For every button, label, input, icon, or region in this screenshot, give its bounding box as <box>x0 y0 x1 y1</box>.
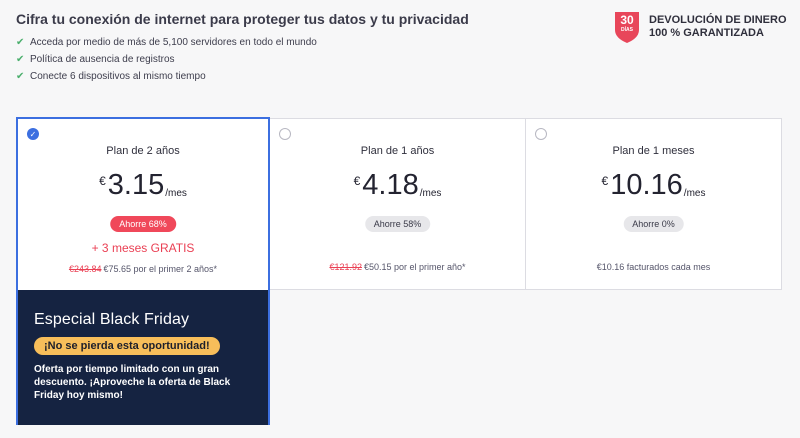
feature-item: ✔ Conecte 6 dispositivos al mismo tiempo <box>16 68 317 85</box>
price-period: /mes <box>683 188 706 199</box>
price-amount: 4.18 <box>362 169 419 201</box>
billing-note: €243.84 €75.65 por el primer 2 años* <box>18 264 268 274</box>
plan-price: € 4.18 /mes <box>270 169 525 201</box>
plan-card-1-year[interactable]: Plan de 1 años € 4.18 /mes Ahorre 58% €1… <box>270 118 526 290</box>
plan-radio[interactable] <box>535 128 547 140</box>
feature-label: Política de ausencia de registros <box>30 54 175 65</box>
feature-item: ✔ Acceda por medio de más de 5,100 servid… <box>16 34 317 51</box>
plan-title: Plan de 1 años <box>360 145 435 157</box>
plan-price: € 10.16 /mes <box>526 169 781 201</box>
billing-note: €121.92 €50.15 por el primer año* <box>270 262 525 272</box>
billing-text: €10.16 facturados cada mes <box>596 262 711 272</box>
plan-title: Plan de 1 meses <box>612 145 695 157</box>
promo-badge: ¡No se pierda esta oportunidad! <box>34 337 220 355</box>
black-friday-promo: Especial Black Friday ¡No se pierda esta… <box>18 290 268 425</box>
feature-list: ✔ Acceda por medio de más de 5,100 servid… <box>16 34 317 85</box>
promo-title: Especial Black Friday <box>34 311 190 328</box>
price-amount: 3.15 <box>107 169 165 201</box>
check-icon: ✔ <box>16 37 25 48</box>
billing-text: €75.65 por el primer 2 años* <box>103 264 218 274</box>
shield-badge-icon: 30 DÍAS <box>614 10 640 44</box>
saving-badge: Ahorre 0% <box>623 216 684 232</box>
guarantee-line-2: 100 % GARANTIZADA <box>649 27 764 39</box>
guarantee-days-label: DÍAS <box>621 27 633 33</box>
old-price: €243.84 <box>68 264 102 274</box>
feature-label: Conecte 6 dispositivos al mismo tiempo <box>30 71 206 82</box>
promo-text: Oferta por tiempo limitado con un gran d… <box>34 364 231 401</box>
check-icon: ✔ <box>16 54 25 65</box>
price-currency: € <box>353 174 361 188</box>
feature-label: Acceda por medio de más de 5,100 servido… <box>30 37 317 48</box>
plan-card-2-years[interactable]: ✓ Plan de 2 años € 3.15 /mes Ahorre 68% … <box>16 117 270 425</box>
price-currency: € <box>99 174 106 188</box>
check-icon: ✔ <box>16 71 25 82</box>
page-headline: Cifra tu conexión de internet para prote… <box>16 11 469 27</box>
feature-item: ✔ Política de ausencia de registros <box>16 51 317 68</box>
guarantee-text: DEVOLUCIÓN DE DINERO 100 % GARANTIZADA <box>649 14 787 40</box>
billing-note: €10.16 facturados cada mes <box>526 262 781 272</box>
plan-title: Plan de 2 años <box>106 145 180 157</box>
price-amount: 10.16 <box>610 169 683 201</box>
price-period: /mes <box>419 188 442 199</box>
guarantee-days-number: 30 <box>620 13 634 27</box>
money-back-guarantee: 30 DÍAS DEVOLUCIÓN DE DINERO 100 % GARAN… <box>614 10 787 44</box>
bonus-months: + 3 meses GRATIS <box>91 241 195 255</box>
plan-radio-selected[interactable]: ✓ <box>27 128 39 140</box>
billing-text: €50.15 por el primer año* <box>363 262 466 272</box>
price-currency: € <box>601 174 609 188</box>
price-period: /mes <box>165 188 187 199</box>
saving-badge: Ahorre 58% <box>364 216 431 232</box>
saving-badge: Ahorre 68% <box>110 216 176 232</box>
plan-radio[interactable] <box>279 128 291 140</box>
guarantee-line-1: DEVOLUCIÓN DE DINERO <box>649 14 787 26</box>
plan-card-1-month[interactable]: Plan de 1 meses € 10.16 /mes Ahorre 0% €… <box>526 118 782 290</box>
old-price: €121.92 <box>329 262 362 272</box>
plan-price: € 3.15 /mes <box>18 169 268 201</box>
